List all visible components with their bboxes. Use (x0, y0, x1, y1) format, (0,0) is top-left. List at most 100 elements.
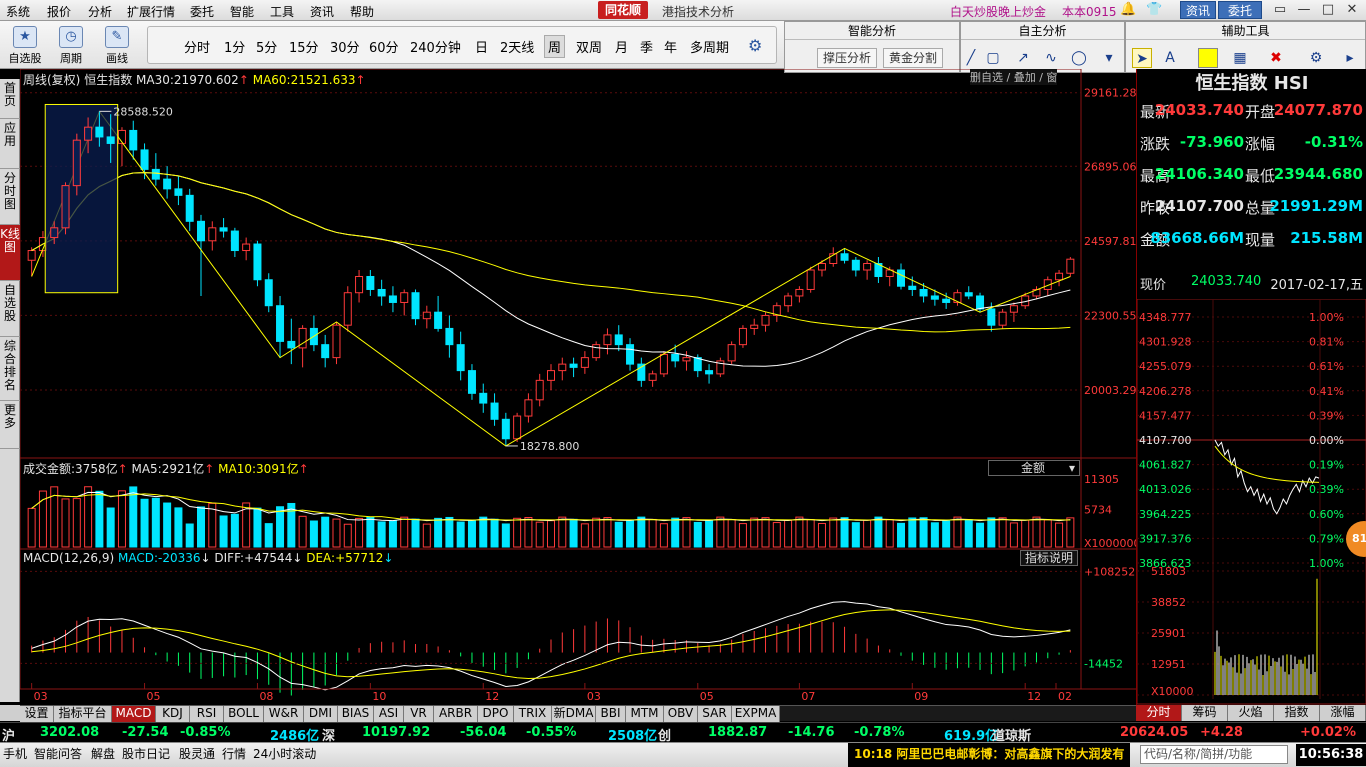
trend-draw-icon[interactable]: ↗ (1013, 48, 1033, 68)
period-week[interactable]: 周 (544, 35, 566, 58)
indicator-tab-obv[interactable]: OBV (664, 706, 698, 722)
kline-chart[interactable]: 29161.28 26895.06 24597.81 22300.55 20003.29… (20, 69, 1136, 705)
nav-self-select[interactable]: 自选股 (0, 281, 20, 337)
gear-icon[interactable]: ⚙ (748, 36, 762, 55)
bottom-commentary[interactable]: 解盘 (91, 745, 115, 762)
nav-home[interactable]: 首页 (0, 79, 20, 119)
kline-chart-area[interactable]: 29161.28 26895.06 24597.81 22300.55 20003.29… (20, 69, 1136, 705)
period-year[interactable]: 年 (664, 37, 677, 56)
mini-tab-1[interactable]: 筹码 (1182, 705, 1228, 721)
menu-news[interactable]: 资讯 (310, 3, 334, 20)
nav-ranking[interactable]: 综合排名 (0, 337, 20, 401)
menu-quote[interactable]: 报价 (47, 3, 71, 20)
cursor-icon[interactable]: ➤ (1132, 48, 1152, 68)
indicator-tab-rsi[interactable]: RSI (190, 706, 224, 722)
bottom-diary[interactable]: 股市日记 (122, 745, 170, 762)
intraday-mini-chart[interactable]: 4348.777 1.00% 4301.928 0.81% 4255.079 0.61% 4… (1137, 299, 1366, 705)
period-60min[interactable]: 60分 (369, 37, 399, 56)
mini-tab-2[interactable]: 火焰 (1228, 705, 1274, 721)
period-month[interactable]: 月 (615, 37, 628, 56)
minimize-icon[interactable]: — (1296, 2, 1312, 18)
mini-tab-0[interactable]: 分时 (1136, 705, 1182, 721)
maximize-icon[interactable]: □ (1320, 2, 1336, 18)
delete-icon[interactable]: ✖ (1266, 48, 1286, 68)
shirt-icon[interactable]: 👕 (1146, 2, 1162, 18)
indicator-tab-trix[interactable]: TRIX (514, 706, 552, 722)
save-icon[interactable]: ▦ (1230, 48, 1250, 68)
indicator-tab-bbi[interactable]: BBI (596, 706, 626, 722)
period-30min[interactable]: 30分 (330, 37, 360, 56)
chart-window-controls[interactable]: 删自选 / 叠加 / 窗 (970, 69, 1058, 85)
menu-help[interactable]: 帮助 (350, 3, 374, 20)
bell-icon[interactable]: 🔔 (1120, 2, 1136, 18)
menu-ext-quote[interactable]: 扩展行情 (127, 3, 175, 20)
indicator-tab-[interactable]: 设置 (20, 706, 54, 722)
indicator-tab-asi[interactable]: ASI (374, 706, 404, 722)
restore-icon[interactable]: ▭ (1272, 2, 1288, 18)
indicator-tab-wr[interactable]: W&R (264, 706, 304, 722)
bottom-mobile[interactable]: 手机 (3, 745, 27, 762)
nav-more[interactable]: 更多 (0, 401, 20, 449)
indicator-tab-kdj[interactable]: KDJ (156, 706, 190, 722)
indicator-tab-dma[interactable]: 新DMA (552, 706, 596, 722)
period-240min[interactable]: 240分钟 (410, 37, 461, 56)
search-input[interactable]: 代码/名称/简拼/功能 (1140, 745, 1288, 764)
indicator-tab-[interactable]: 指标平台 (54, 706, 112, 722)
nav-apps[interactable]: 应用 (0, 119, 20, 169)
nav-kline[interactable]: K线图 (0, 225, 20, 281)
menu-trade[interactable]: 委托 (190, 3, 214, 20)
indicator-tab-mtm[interactable]: MTM (626, 706, 664, 722)
color-picker-icon[interactable] (1198, 48, 1218, 68)
support-resistance-button[interactable]: 撑压分析 (817, 48, 877, 68)
indicator-tab-dpo[interactable]: DPO (478, 706, 514, 722)
indicator-tab-arbr[interactable]: ARBR (434, 706, 478, 722)
volume-type-select[interactable]: 金额 ▾ (988, 460, 1080, 476)
mini-tab-3[interactable]: 指数 (1274, 705, 1320, 721)
menu-system[interactable]: 系统 (6, 3, 30, 20)
ellipse-draw-icon[interactable]: ◯ (1069, 48, 1089, 68)
bottom-smart-qa[interactable]: 智能问答 (34, 745, 82, 762)
period-day[interactable]: 日 (475, 37, 488, 56)
mini-tab-4[interactable]: 涨幅 (1320, 705, 1366, 721)
period-15min[interactable]: 15分 (289, 37, 319, 56)
bottom-stock-link[interactable]: 股灵通 (179, 745, 215, 762)
indicator-tab-dmi[interactable]: DMI (304, 706, 338, 722)
menu-analysis[interactable]: 分析 (88, 3, 112, 20)
period-multi[interactable]: 多周期 (690, 37, 729, 56)
indicator-tab-boll[interactable]: BOLL (224, 706, 264, 722)
news-button[interactable]: 资讯 (1180, 1, 1216, 19)
menu-smart[interactable]: 智能 (230, 3, 254, 20)
indicator-tab-macd[interactable]: MACD (112, 706, 156, 722)
period-biweek[interactable]: 双周 (576, 37, 602, 56)
bottom-quote[interactable]: 行情 (222, 745, 246, 762)
period-5min[interactable]: 5分 (256, 37, 277, 56)
wave-draw-icon[interactable]: ∿ (1041, 48, 1061, 68)
volume-tick-label: 5734 (1084, 503, 1112, 516)
bottom-24h[interactable]: 24小时滚动 (253, 745, 316, 762)
more-draw-icon[interactable]: ▾ (1099, 48, 1119, 68)
indicator-tab-expma[interactable]: EXPMA (732, 706, 780, 722)
golden-split-button[interactable]: 黄金分割 (883, 48, 943, 68)
period-1min[interactable]: 1分 (224, 37, 245, 56)
settings-icon[interactable]: ⚙ (1306, 48, 1326, 68)
period-quarter[interactable]: 季 (640, 37, 653, 56)
draw-tool[interactable]: ✎ 画线 (98, 24, 136, 66)
promo-link[interactable]: 白天炒股晚上炒金 (950, 3, 1046, 20)
self-select-tool[interactable]: ★ 自选股 (6, 24, 44, 66)
nav-intraday[interactable]: 分时图 (0, 169, 20, 225)
line-draw-icon[interactable]: ╱ (961, 48, 981, 68)
indicator-tab-sar[interactable]: SAR (698, 706, 732, 722)
more-tools-icon[interactable]: ▸ (1340, 48, 1360, 68)
rect-draw-icon[interactable]: ▢ (983, 48, 1003, 68)
indicator-tab-vr[interactable]: VR (404, 706, 434, 722)
close-icon[interactable]: ✕ (1344, 2, 1360, 18)
period-2day[interactable]: 2天线 (500, 37, 534, 56)
news-ticker[interactable]: 10:18 阿里巴巴电邮彰博：对高鑫旗下的大润发有 (848, 743, 1130, 767)
indicator-tab-bias[interactable]: BIAS (338, 706, 374, 722)
menu-tools[interactable]: 工具 (270, 3, 294, 20)
text-icon[interactable]: A (1160, 48, 1180, 68)
indicator-help-button[interactable]: 指标说明 (1020, 550, 1079, 566)
period-intraday[interactable]: 分时 (184, 37, 210, 56)
cycle-tool[interactable]: ◷ 周期 (52, 24, 90, 66)
trade-button[interactable]: 委托 (1218, 1, 1262, 19)
